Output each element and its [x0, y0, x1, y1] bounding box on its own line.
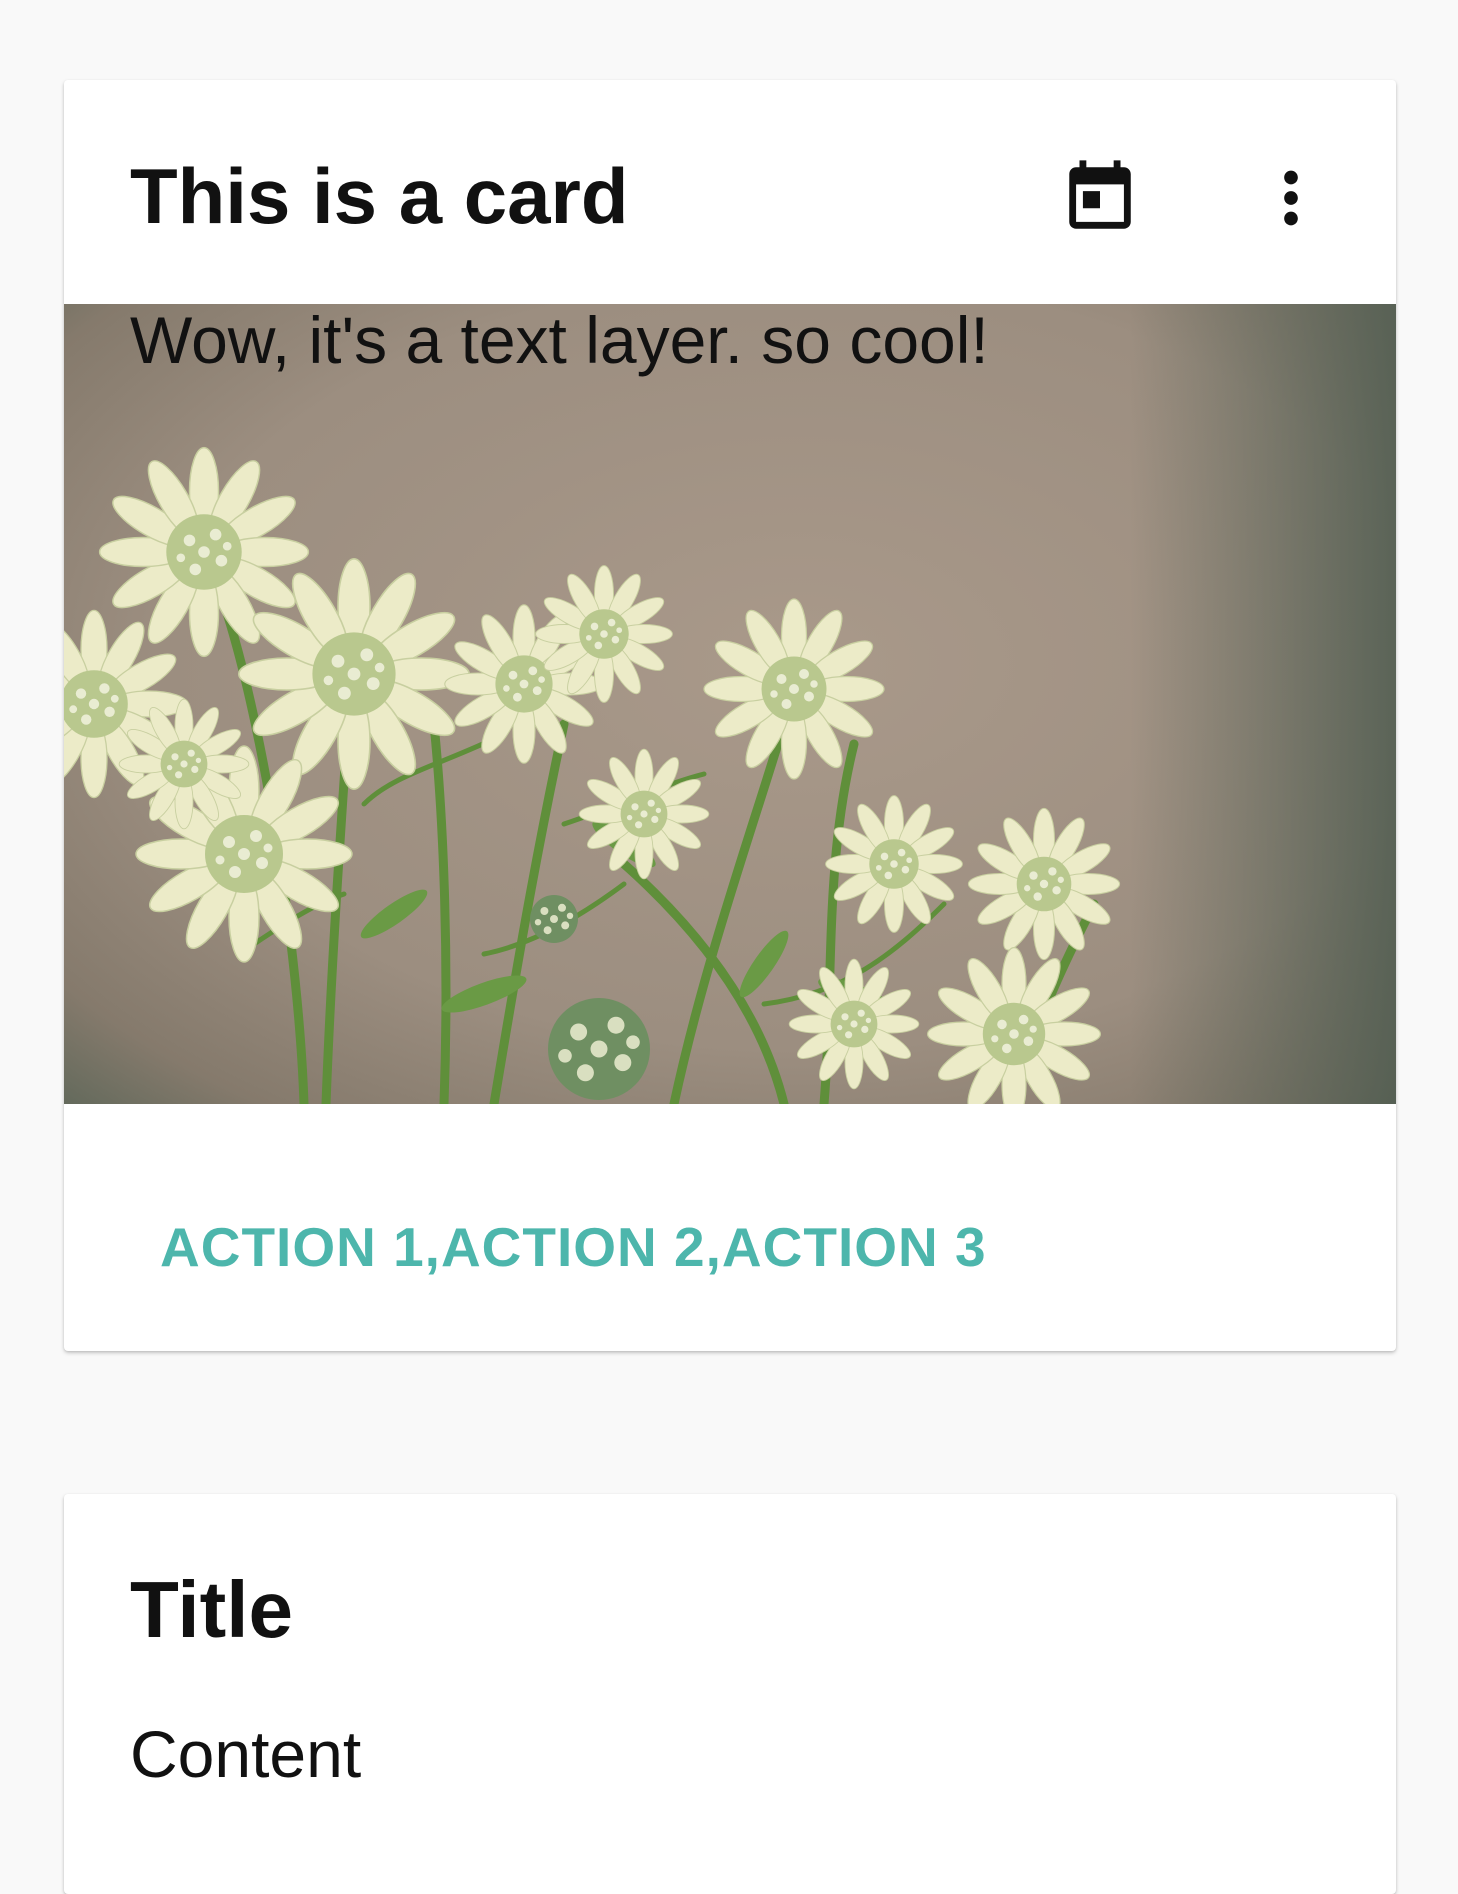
action-button[interactable]: ACTION 1,ACTION 2,ACTION 3	[160, 1104, 987, 1351]
media-text-overlay: Wow, it's a text layer. so cool!	[130, 304, 989, 377]
card-actions: ACTION 1,ACTION 2,ACTION 3	[64, 1104, 1396, 1351]
card: This is a card Wow, it's a text layer. s…	[64, 80, 1396, 1351]
card-content: Content	[130, 1717, 362, 1791]
card: Title Content	[64, 1494, 1396, 1894]
card-media: Wow, it's a text layer. so cool!	[64, 304, 1396, 1104]
more-vert-icon	[1284, 170, 1298, 226]
card-title: Title	[130, 1565, 294, 1654]
more-options-button[interactable]	[1236, 143, 1346, 253]
card-title: This is a card	[130, 152, 629, 240]
calendar-button[interactable]	[1045, 143, 1155, 253]
flower-photo	[64, 304, 1396, 1104]
calendar-icon	[1069, 160, 1131, 229]
card-header: This is a card	[64, 80, 1396, 304]
